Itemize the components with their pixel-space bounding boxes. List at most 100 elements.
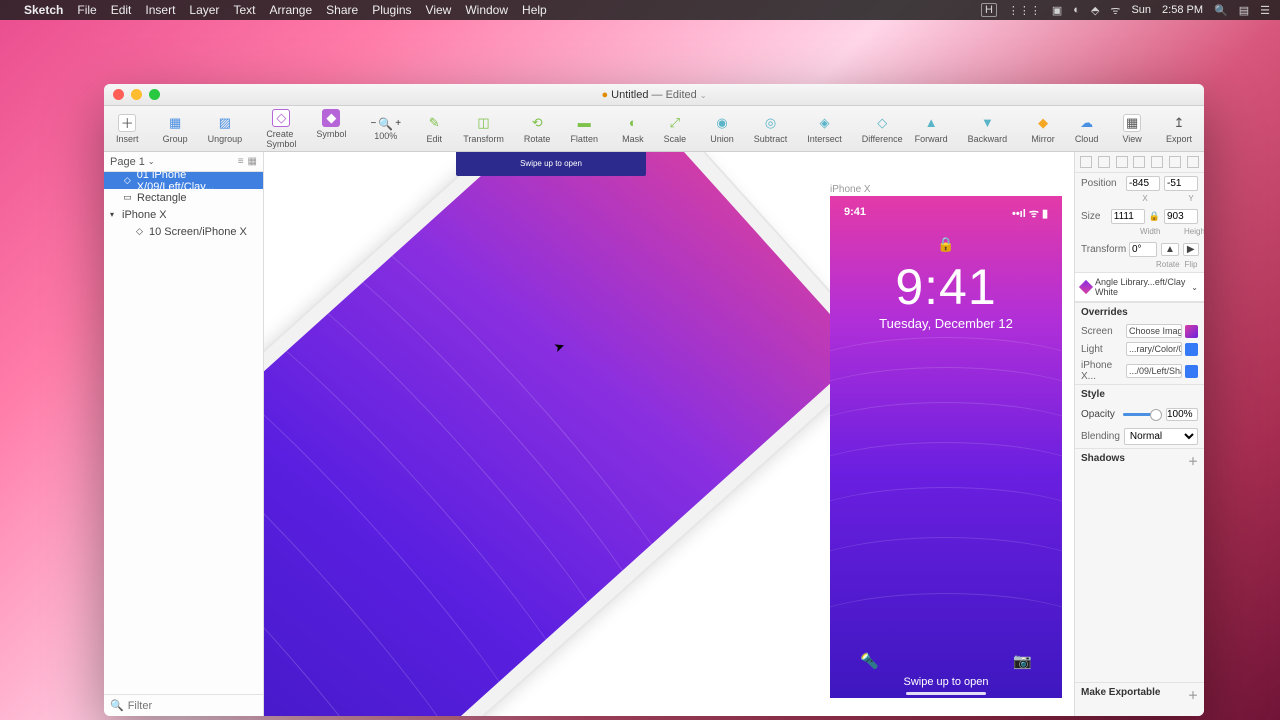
opacity-input[interactable]: [1166, 408, 1198, 421]
list-icon[interactable]: ≡: [238, 156, 244, 167]
menu-insert[interactable]: Insert: [145, 3, 175, 17]
difference-button[interactable]: ◇Difference: [858, 112, 907, 146]
scale-button[interactable]: ⤢Scale: [660, 112, 691, 146]
status-icon[interactable]: ⋮⋮⋮: [1008, 4, 1041, 17]
width-input[interactable]: [1111, 209, 1145, 224]
status-user[interactable]: H: [981, 3, 997, 17]
flip-v-button[interactable]: ▶: [1183, 243, 1199, 256]
chevron-down-icon[interactable]: ▾: [110, 210, 118, 219]
layer-row[interactable]: ▭ Rectangle: [104, 189, 263, 206]
forward-button[interactable]: ▲Forward: [911, 112, 952, 146]
status-bar-time: 9:41: [844, 206, 866, 221]
subtract-button[interactable]: ◎Subtract: [750, 112, 792, 146]
spotlight-icon[interactable]: 🔍: [1214, 4, 1228, 17]
app-menu[interactable]: Sketch: [24, 3, 63, 17]
display-icon[interactable]: ▣: [1052, 4, 1062, 17]
mask-button[interactable]: ◐Mask: [618, 112, 648, 146]
menu-edit[interactable]: Edit: [111, 3, 132, 17]
menu-plugins[interactable]: Plugins: [372, 3, 411, 17]
intersect-button[interactable]: ◈Intersect: [803, 112, 846, 146]
export-button[interactable]: ↥Export: [1162, 112, 1196, 146]
zoom-control[interactable]: −🔍+ 100%: [366, 115, 405, 143]
position-y-input[interactable]: [1164, 176, 1198, 191]
shadows-header: Shadows: [1081, 453, 1125, 468]
menu-view[interactable]: View: [426, 3, 452, 17]
cloud-button[interactable]: ☁Cloud: [1071, 112, 1103, 146]
opacity-slider[interactable]: [1123, 413, 1162, 416]
search-icon: 🔍: [110, 699, 124, 712]
dropbox-icon[interactable]: ⬘: [1091, 4, 1099, 17]
group-button[interactable]: ▦Group: [159, 112, 192, 146]
toolbar: ＋ Insert ▦Group ▨Ungroup ◇Create Symbol …: [104, 106, 1204, 152]
titlebar[interactable]: ● Untitled — Edited ⌄: [104, 84, 1204, 106]
layer-row[interactable]: ◇ 10 Screen/iPhone X: [104, 223, 263, 240]
camera-icon: 📷: [1013, 652, 1032, 670]
wifi-icon[interactable]: ᯤ: [1110, 3, 1120, 18]
transform-button[interactable]: ◫Transform: [459, 112, 508, 146]
symbol-selector[interactable]: Angle Library...eft/Clay White ⌄: [1075, 272, 1204, 302]
menu-arrange[interactable]: Arrange: [269, 3, 312, 17]
override-row[interactable]: Light ...rary/Color/01 White: [1075, 340, 1204, 358]
status-bar-icons: ••ıl ᯤ ▮: [1012, 206, 1048, 221]
alignment-controls[interactable]: [1075, 152, 1204, 173]
lock-aspect-icon[interactable]: 🔒: [1149, 211, 1160, 222]
override-row[interactable]: Screen Choose Image: [1075, 322, 1204, 340]
notifications-icon[interactable]: ☰: [1260, 4, 1270, 17]
menu-file[interactable]: File: [77, 3, 96, 17]
height-input[interactable]: [1164, 209, 1198, 224]
menu-help[interactable]: Help: [522, 3, 547, 17]
mirror-button[interactable]: ◆Mirror: [1027, 112, 1059, 146]
override-dropdown-icon[interactable]: [1185, 343, 1198, 356]
rotate-button[interactable]: ⟲Rotate: [520, 112, 555, 146]
artboard-title[interactable]: iPhone X: [830, 184, 871, 195]
sync-icon[interactable]: ◐: [1073, 4, 1080, 16]
window-title: ● Untitled — Edited ⌄: [601, 89, 706, 101]
position-x-input[interactable]: [1126, 176, 1160, 191]
canvas[interactable]: Swipe up to open ➤ iPhone X 9:41 ••ıl ᯤ …: [264, 152, 1074, 716]
menu-layer[interactable]: Layer: [189, 3, 219, 17]
selected-symbol-instance[interactable]: [272, 152, 732, 662]
ungroup-button[interactable]: ▨Ungroup: [204, 112, 247, 146]
flatten-button[interactable]: ▬Flatten: [566, 112, 602, 146]
menu-share[interactable]: Share: [326, 3, 358, 17]
status-day[interactable]: Sun: [1131, 4, 1151, 16]
transform-label: Transform: [1081, 244, 1125, 255]
home-indicator: [906, 692, 986, 695]
add-export-button[interactable]: ＋: [1188, 687, 1198, 702]
image-override-chip[interactable]: [1185, 325, 1198, 338]
backward-button[interactable]: ▼Backward: [964, 112, 1012, 146]
filter-input[interactable]: [128, 700, 270, 712]
menu-text[interactable]: Text: [233, 3, 255, 17]
override-row[interactable]: iPhone X... .../09/Left/Shadow/4: [1075, 358, 1204, 384]
status-time[interactable]: 2:58 PM: [1162, 4, 1203, 16]
override-dropdown-icon[interactable]: [1185, 365, 1198, 378]
position-label: Position: [1081, 178, 1122, 189]
sketch-window: ● Untitled — Edited ⌄ ＋ Insert ▦Group ▨U…: [104, 84, 1204, 716]
view-button[interactable]: ▦View: [1118, 112, 1145, 146]
blending-select[interactable]: Normal: [1124, 428, 1198, 445]
grid-icon[interactable]: ▦: [248, 156, 257, 167]
window-close-button[interactable]: [113, 89, 124, 100]
mockup-swipe-label: Swipe up to open: [456, 152, 646, 176]
window-minimize-button[interactable]: [131, 89, 142, 100]
exportable-header: Make Exportable: [1081, 687, 1160, 702]
layer-row[interactable]: ◇ 01 iPhone X/09/Left/Clay...: [104, 172, 263, 189]
layers-footer: 🔍 ✎◌: [104, 694, 263, 716]
rotation-input[interactable]: [1129, 242, 1157, 257]
menu-window[interactable]: Window: [465, 3, 508, 17]
union-button[interactable]: ◉Union: [706, 112, 738, 146]
artboard-iphone-x[interactable]: 9:41 ••ıl ᯤ ▮ 🔒 9:41 Tuesday, December 1…: [830, 196, 1062, 698]
add-shadow-button[interactable]: ＋: [1188, 453, 1198, 468]
lock-screen-clock: 9:41: [830, 258, 1062, 316]
create-symbol-button[interactable]: ◇Create Symbol: [262, 107, 300, 151]
flip-h-button[interactable]: ▲: [1161, 243, 1179, 256]
symbol-button[interactable]: ◆Symbol: [312, 107, 350, 151]
insert-button[interactable]: ＋ Insert: [112, 112, 143, 146]
edit-button[interactable]: ✎Edit: [421, 112, 447, 146]
layer-row[interactable]: ▾ iPhone X: [104, 206, 263, 223]
window-zoom-button[interactable]: [149, 89, 160, 100]
inspector-panel: Position XY Size 🔒 WidthHeight Transform…: [1074, 152, 1204, 716]
control-center-icon[interactable]: ▤: [1239, 4, 1249, 17]
swipe-hint: Swipe up to open: [830, 676, 1062, 688]
flashlight-icon: 🔦: [860, 652, 879, 670]
